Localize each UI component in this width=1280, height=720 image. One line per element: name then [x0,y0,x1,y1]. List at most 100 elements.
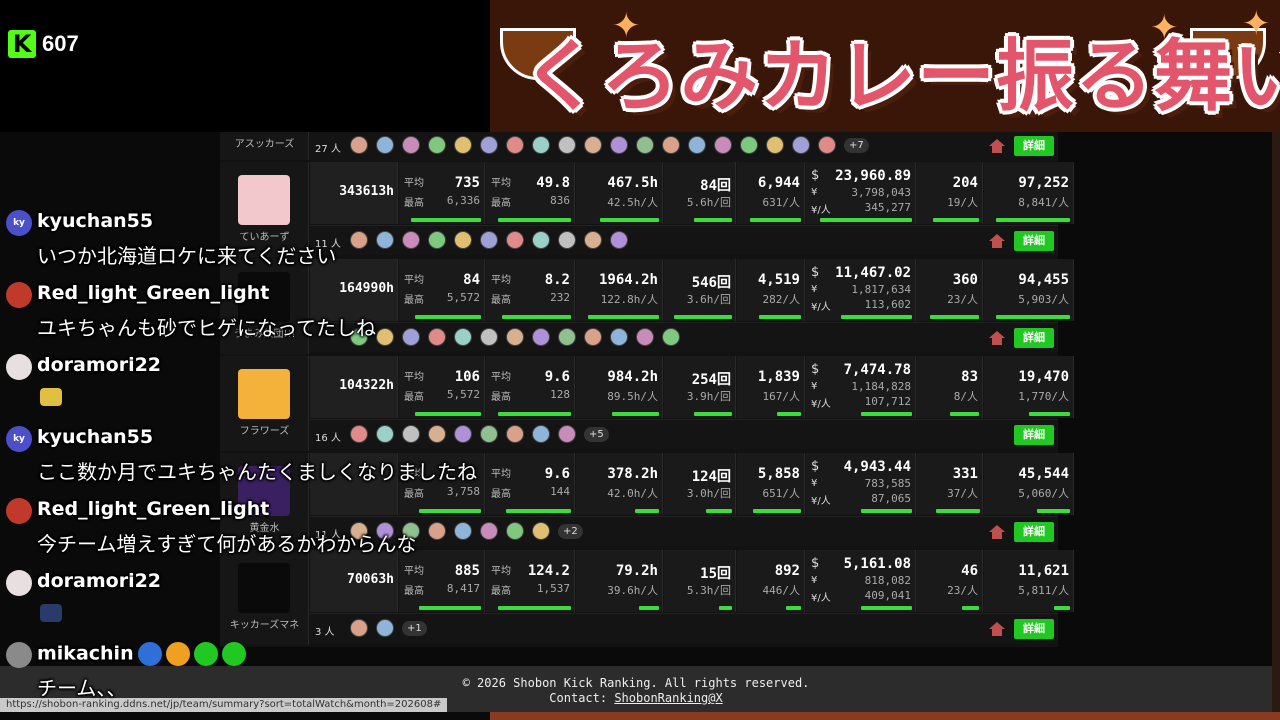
stat-cell: 15回 5.3h/回 [664,550,736,612]
stat-bar [930,315,979,319]
stat-cell: 45,544 5,060/人 [984,453,1074,515]
currency-label: ¥ [811,478,818,489]
member-avatar[interactable] [350,136,368,154]
more-members-badge[interactable]: +2 [558,523,583,539]
stat-sub-value: 1,770/人 [1018,390,1069,403]
member-avatar[interactable] [636,328,654,346]
chat-username[interactable]: doramori22 [37,354,161,376]
chat-username[interactable]: Red_light_Green_light [37,498,269,520]
currency-label: $ [811,168,820,183]
stat-value: 360 [952,272,978,288]
more-members-badge[interactable]: +7 [844,137,869,153]
stat-value: 204 [952,175,978,191]
contact-link[interactable]: ShobonRanking@X [614,691,722,705]
stat-cell: 1964.2h 122.8h/人 [576,259,663,321]
detail-button[interactable]: 詳細 [1014,522,1054,542]
crown-badge-icon [137,642,162,666]
stat-bar [750,218,801,222]
member-avatar[interactable] [558,328,576,346]
detail-button[interactable]: 詳細 [1014,328,1054,348]
chat-username[interactable]: Red_light_Green_light [37,282,269,304]
earnings-usd: 5,161.08 [843,556,911,572]
detail-button[interactable]: 詳細 [1014,619,1054,639]
stat-bar [786,606,801,610]
stat-bar [962,606,979,610]
chat-text: ユキちゃんも砂でヒゲになってたしね [37,316,376,340]
stat-value: 45,544 [1018,466,1069,482]
stat-value: 984.2h [607,369,658,385]
stat-bar [820,218,912,222]
member-avatar[interactable] [584,231,602,249]
member-avatar[interactable] [532,136,550,154]
member-avatar[interactable] [662,136,680,154]
stat-bar [841,315,912,319]
member-avatar[interactable] [558,231,576,249]
stat-bar [719,606,732,610]
stat-cell: 124回 3.0h/回 [664,453,736,515]
chat-username-text: mikachin [37,642,134,665]
stat-sub-value: 89.5h/人 [607,390,658,403]
stat-bar [1054,606,1070,610]
member-avatar[interactable] [584,136,602,154]
member-avatar[interactable] [714,136,732,154]
member-avatar[interactable] [402,136,420,154]
detail-button[interactable]: 詳細 [1014,425,1054,445]
chat-username[interactable]: kyuchan55 [37,426,153,448]
member-avatar[interactable] [558,136,576,154]
member-avatar[interactable] [480,136,498,154]
chat-username[interactable]: mikachin [37,642,246,666]
kick-logo-icon: K [8,30,36,58]
chat-username[interactable]: kyuchan55 [37,210,153,232]
member-avatar[interactable] [376,136,394,154]
chat-text: いつか北海道ロケに来てください [37,244,337,268]
stat-cell: 360 23/人 [917,259,983,321]
member-avatar[interactable] [454,136,472,154]
chat-username-text: Red_light_Green_light [37,498,270,520]
chat-username[interactable]: doramori22 [37,570,161,592]
detail-button[interactable]: 詳細 [1014,231,1054,251]
stat-cell: $ ¥ ¥/人 7,474.78 1,184,828 107,712 [806,356,916,418]
member-avatar[interactable] [584,328,602,346]
stat-sub-value: 651/人 [762,487,801,500]
stat-sub-value: 37/人 [947,487,978,500]
viewer-count: 607 [42,31,79,56]
chat-avatar [6,642,32,668]
member-avatar[interactable] [766,136,784,154]
chat-avatar [6,570,32,596]
stat-cell: $ ¥ ¥/人 23,960.89 3,798,043 345,277 [806,162,916,224]
currency-label: ¥/人 [811,399,831,410]
member-avatar[interactable] [636,136,654,154]
member-avatar[interactable] [558,425,576,443]
home-icon[interactable] [988,233,1006,249]
home-icon[interactable] [988,138,1006,154]
right-edge-decoration [1272,132,1280,720]
home-icon[interactable] [988,621,1006,637]
member-avatar[interactable] [662,328,680,346]
more-members-badge[interactable]: +5 [584,426,609,442]
stream-frame: K 607 ✦ ✦ ✦ くろみカレー振る舞い会 アスッカーズ 27 人 +7 詳… [0,0,1280,720]
home-icon[interactable] [988,524,1006,540]
member-avatar[interactable] [506,136,524,154]
stat-bar [694,412,732,416]
stream-header: K 607 [0,0,490,132]
bottom-decoration [490,712,1280,720]
member-avatar[interactable] [610,328,628,346]
stat-sub-value: 5.3h/回 [686,584,731,597]
stat-bar [588,315,659,319]
home-icon[interactable] [988,330,1006,346]
member-avatar[interactable] [792,136,810,154]
member-avatar[interactable] [428,136,446,154]
chat-username-text: kyuchan55 [37,426,154,448]
stat-cell: 94,455 5,903/人 [984,259,1074,321]
stat-cell: 46 23/人 [917,550,983,612]
member-avatar[interactable] [688,136,706,154]
stat-cell: 97,252 8,841/人 [984,162,1074,224]
member-avatar[interactable] [818,136,836,154]
member-avatar[interactable] [610,231,628,249]
member-avatar[interactable] [740,136,758,154]
detail-button[interactable]: 詳細 [1014,136,1054,156]
member-avatar[interactable] [610,136,628,154]
stat-bar [950,412,979,416]
chat-username-text: Red_light_Green_light [37,282,270,304]
stat-cell: 1,839 167/人 [737,356,805,418]
